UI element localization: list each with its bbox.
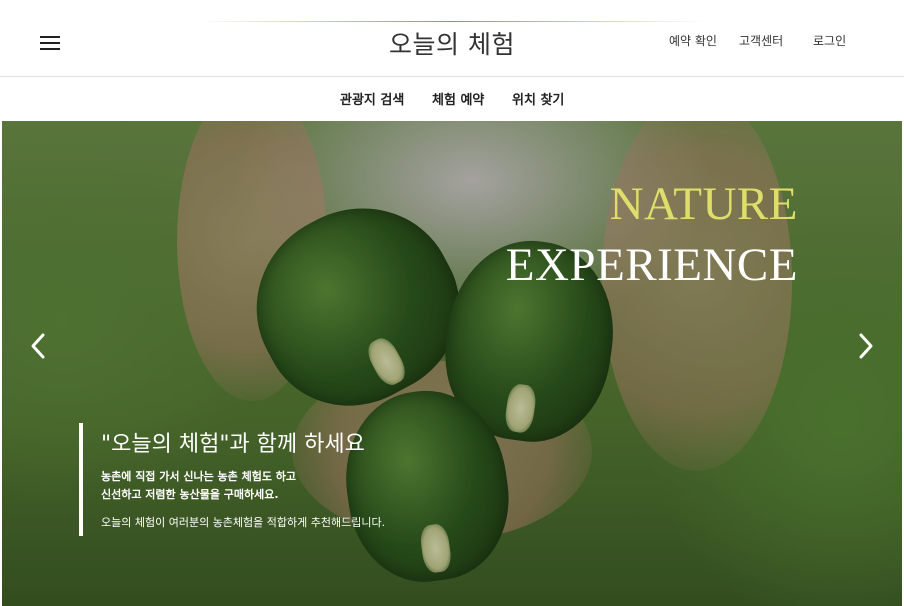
hero-banner: NATURE EXPERIENCE "오늘의 체험"과 함께 하세요 농촌에 직… bbox=[2, 121, 902, 606]
nav-item-find-location[interactable]: 위치 찾기 bbox=[512, 89, 564, 108]
customer-center-link[interactable]: 고객센터 bbox=[739, 32, 783, 49]
reservation-check-link[interactable]: 예약 확인 bbox=[669, 32, 717, 49]
hero-description: 농촌에 직접 가서 신나는 농촌 체험도 하고 신선하고 저렴한 농산물을 구매… bbox=[101, 468, 385, 504]
hero-recommendation-note: 오늘의 체험이 여러분의 농촌체험을 적합하게 추천해드립니다. bbox=[101, 516, 386, 529]
hero-heading-nature: NATURE bbox=[609, 178, 798, 230]
hero-description-line: 신선하고 저렴한 농산물을 구매하세요. bbox=[101, 488, 279, 501]
hero-quote-title: "오늘의 체험"과 함께 하세요 bbox=[101, 432, 365, 457]
chevron-right-icon[interactable] bbox=[850, 331, 880, 361]
chevron-left-icon[interactable] bbox=[24, 331, 54, 361]
main-nav: 관광지 검색 체험 예약 위치 찾기 bbox=[0, 77, 904, 120]
nav-item-attraction-search[interactable]: 관광지 검색 bbox=[340, 89, 404, 108]
site-header: 오늘의 체험 예약 확인 고객센터 로그인 bbox=[0, 22, 904, 77]
login-link[interactable]: 로그인 bbox=[813, 32, 846, 49]
hero-description-line: 농촌에 직접 가서 신나는 농촌 체험도 하고 bbox=[101, 470, 297, 483]
top-accent-bar bbox=[0, 0, 904, 23]
nav-item-experience-booking[interactable]: 체험 예약 bbox=[432, 89, 484, 108]
hero-heading-experience: EXPERIENCE bbox=[505, 239, 798, 291]
hero-quote-box: "오늘의 체험"과 함께 하세요 농촌에 직접 가서 신나는 농촌 체험도 하고… bbox=[79, 423, 385, 536]
